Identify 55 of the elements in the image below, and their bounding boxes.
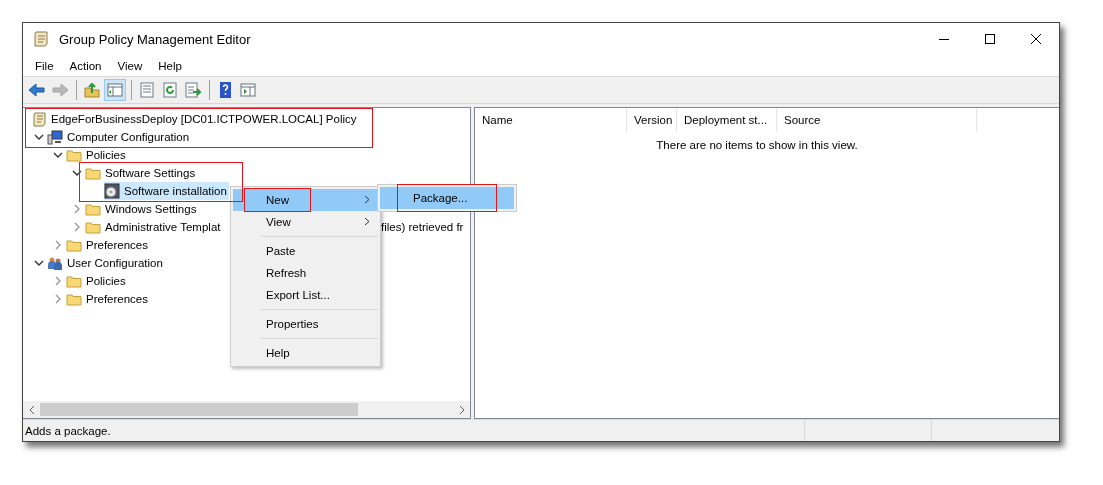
- status-text: Adds a package.: [24, 424, 112, 437]
- chevron-right-icon[interactable]: [53, 240, 63, 250]
- menu-item[interactable]: Refresh: [233, 262, 378, 284]
- tree-item[interactable]: Policies: [66, 146, 128, 164]
- tree-item[interactable]: Windows Settings: [85, 200, 199, 218]
- scroll-icon: [32, 30, 50, 48]
- back-arrow-icon: [28, 81, 46, 99]
- chevron-down-icon[interactable]: [53, 150, 63, 160]
- forward-arrow-icon: [51, 81, 69, 99]
- folder-up-icon: [83, 81, 101, 99]
- menu-item[interactable]: Paste: [233, 240, 378, 262]
- tree-item[interactable]: Software Settings: [85, 164, 198, 182]
- tree-item[interactable]: EdgeForBusinessDeploy [DC01.ICTPOWER.LOCAL] Policy: [31, 110, 359, 128]
- toolbar-button[interactable]: [104, 79, 126, 101]
- refresh-icon: [161, 81, 179, 99]
- menu-item[interactable]: View: [233, 211, 378, 233]
- chevron-right-icon[interactable]: [72, 222, 82, 232]
- tree-item[interactable]: Preferences: [66, 290, 150, 308]
- menu-item[interactable]: Help: [233, 342, 378, 364]
- tree-item-text: files) retrieved fr: [381, 221, 464, 233]
- document-icon: [138, 81, 156, 99]
- chevron-down-icon[interactable]: [34, 258, 44, 268]
- tree-item[interactable]: Preferences: [66, 236, 150, 254]
- close-icon: [1031, 34, 1041, 44]
- column-header[interactable]: Deployment st...: [677, 108, 777, 132]
- horizontal-scrollbar[interactable]: [23, 401, 470, 418]
- scrollbar-thumb[interactable]: [40, 403, 358, 416]
- menu-item[interactable]: File: [27, 59, 62, 72]
- menu-item[interactable]: View: [109, 59, 151, 72]
- column-header[interactable]: Name: [475, 108, 627, 132]
- column-header[interactable]: Version: [627, 108, 677, 132]
- menu-item[interactable]: Export List...: [233, 284, 378, 306]
- chevron-down-icon[interactable]: [34, 132, 44, 142]
- pane-view-icon: [239, 81, 257, 99]
- tree-item[interactable]: Software installation: [104, 182, 229, 200]
- column-header[interactable]: Source: [777, 108, 977, 132]
- export-icon: [184, 81, 202, 99]
- chevron-down-icon[interactable]: [72, 168, 82, 178]
- tree-item[interactable]: Policies: [66, 272, 128, 290]
- menu-item[interactable]: Help: [150, 59, 190, 72]
- chevron-right-icon[interactable]: [72, 204, 82, 214]
- menu-item[interactable]: Package...: [380, 187, 514, 209]
- tree-item[interactable]: Administrative Templat: [85, 218, 223, 236]
- tree-item[interactable]: Computer Configuration: [47, 128, 192, 146]
- maximize-icon: [985, 34, 995, 44]
- pane-toggle-icon: [106, 81, 124, 99]
- menu-item[interactable]: New: [233, 189, 378, 211]
- chevron-right-icon[interactable]: [53, 294, 63, 304]
- chevron-right-icon[interactable]: [53, 276, 63, 286]
- window-title: Group Policy Management Editor: [59, 31, 251, 47]
- toolbar-button[interactable]: [182, 79, 204, 101]
- menu-item[interactable]: Action: [61, 59, 110, 72]
- empty-message: There are no items to show in this view.: [655, 139, 859, 151]
- menu-item[interactable]: Properties: [233, 313, 378, 335]
- tree-item[interactable]: User Configuration: [47, 254, 165, 272]
